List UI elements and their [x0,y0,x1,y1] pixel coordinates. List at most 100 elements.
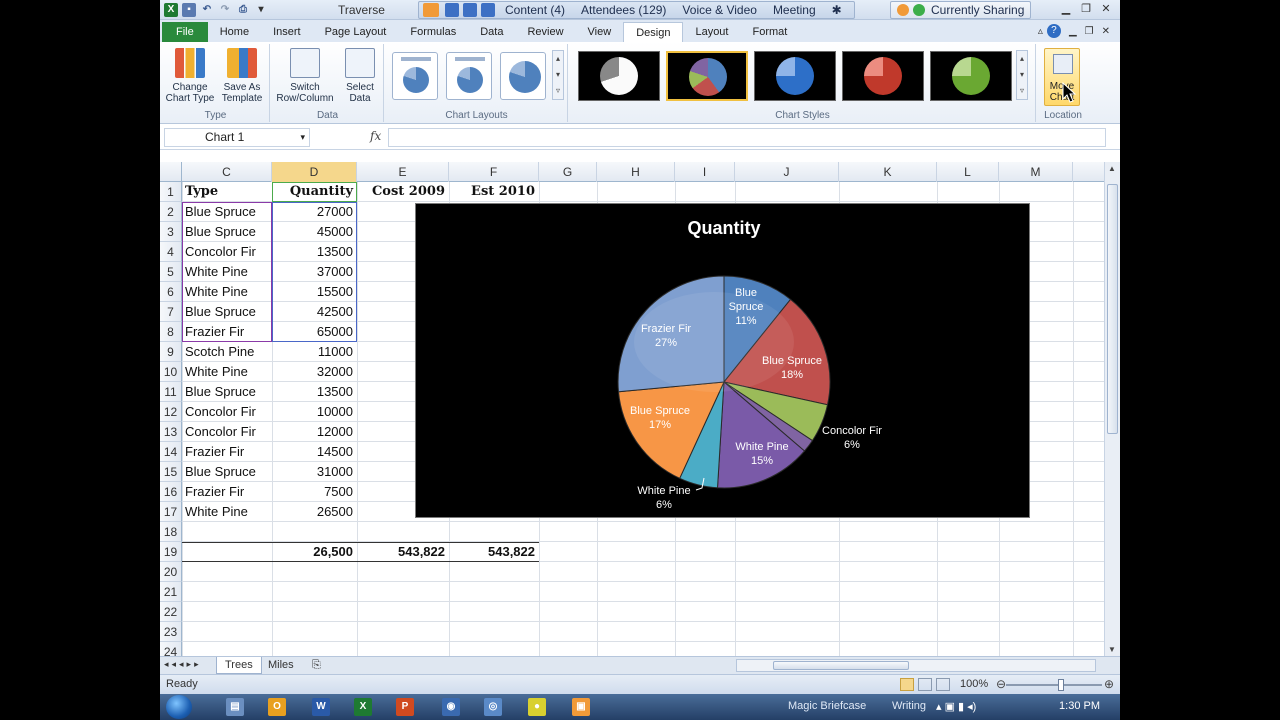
values-range-highlight[interactable] [272,202,357,342]
data-label-name[interactable]: Blue [735,287,757,299]
total-est-2010[interactable]: 543,822 [449,542,539,562]
row-header[interactable]: 10 [160,362,182,382]
page-break-view-icon[interactable] [936,678,950,691]
select-all-corner[interactable] [160,162,182,182]
row-header[interactable]: 5 [160,262,182,282]
print-preview-icon[interactable]: ⎙ [236,3,250,17]
scroll-up-icon[interactable]: ▲ [1108,164,1116,173]
cell-quantity[interactable]: 12000 [272,422,357,442]
tab-data[interactable]: Data [468,22,515,42]
header-cell-cost-2009[interactable]: Cost 2009 [357,182,449,202]
row-header[interactable]: 24 [160,642,182,656]
tab-review[interactable]: Review [515,22,575,42]
chart-layout-1[interactable] [392,52,438,100]
share-settings-icon[interactable]: ✱ [832,3,842,17]
column-header-e[interactable]: E [357,162,449,182]
chart-layout-2[interactable] [446,52,492,100]
row-header[interactable]: 23 [160,622,182,642]
data-label-percent[interactable]: 27% [655,337,677,349]
tab-formulas[interactable]: Formulas [398,22,468,42]
row-header[interactable]: 12 [160,402,182,422]
switch-row-column-button[interactable]: Switch Row/Column [274,48,336,104]
chart-layout-3[interactable] [500,52,546,100]
doc-restore-icon[interactable]: ❐ [1085,26,1094,37]
app2-taskbar-icon[interactable]: ◎ [484,698,502,716]
restore-icon[interactable]: ❐ [1076,2,1096,17]
cell-quantity[interactable]: 32000 [272,362,357,382]
cell-quantity[interactable]: 13500 [272,382,357,402]
word-taskbar-icon[interactable]: W [312,698,330,716]
row-header[interactable]: 18 [160,522,182,542]
row-header[interactable]: 14 [160,442,182,462]
column-header-d[interactable]: D [272,162,357,182]
row-header[interactable]: 7 [160,302,182,322]
meeting-app-icon[interactable] [423,3,439,17]
meeting-taskbar-icon[interactable]: ▣ [572,698,590,716]
chrome-taskbar-icon[interactable]: ● [528,698,546,716]
chart-title[interactable]: Quantity [687,218,760,238]
save-as-template-button[interactable]: Save As Template [216,48,268,104]
chart-style-4[interactable] [842,51,924,101]
tab-design[interactable]: Design [623,22,684,42]
cell-type[interactable]: Frazier Fir [182,442,272,462]
help-icon[interactable]: ? [1046,24,1061,38]
system-clock[interactable]: 1:30 PM [1059,700,1100,712]
currently-sharing-indicator[interactable]: Currently Sharing [890,1,1032,19]
row-header[interactable]: 21 [160,582,182,602]
sheet-nav-icons[interactable]: ◂◂◂▸▸ [164,659,202,670]
column-header-h[interactable]: H [597,162,675,182]
row-header[interactable]: 22 [160,602,182,622]
chart-style-1[interactable] [578,51,660,101]
change-chart-type-button[interactable]: Change Chart Type [164,48,216,104]
insert-function-button[interactable]: fx [370,129,381,143]
cell-type[interactable]: White Pine [182,502,272,522]
writing-toolbar[interactable]: Writing [892,700,926,712]
share-content[interactable]: Content (4) [505,3,565,17]
column-header-j[interactable]: J [735,162,839,182]
cell-type[interactable]: Frazier Fir [182,482,272,502]
row-header[interactable]: 13 [160,422,182,442]
cell-type[interactable]: Blue Spruce [182,382,272,402]
row-header[interactable]: 3 [160,222,182,242]
cell-quantity[interactable]: 11000 [272,342,357,362]
scroll-down-icon[interactable]: ▼ [1108,645,1116,654]
column-header-k[interactable]: K [839,162,937,182]
row-header[interactable]: 16 [160,482,182,502]
column-header-i[interactable]: I [675,162,735,182]
tab-page-layout[interactable]: Page Layout [313,22,399,42]
column-header-f[interactable]: F [449,162,539,182]
powerpoint-taskbar-icon[interactable]: P [396,698,414,716]
row-header[interactable]: 20 [160,562,182,582]
total-cost-2009[interactable]: 543,822 [357,542,449,562]
header-cell-est-2010[interactable]: Est 2010 [449,182,539,202]
data-label-percent[interactable]: 6% [656,499,672,511]
share-attendees[interactable]: Attendees (129) [581,3,666,17]
series-name-highlight[interactable] [272,182,357,202]
pie-chart[interactable]: Quantity Blue Spruce 11% Blue Spruce 18% Conco… [415,203,1030,518]
column-header-c[interactable]: C [182,162,272,182]
total-quantity[interactable]: 26,500 [272,542,357,562]
insert-sheet-icon[interactable]: ⎘ [308,657,330,674]
category-range-highlight[interactable] [182,202,272,342]
chart-styles-scroll[interactable]: ▴ ▾ ▿ [1016,50,1028,100]
data-label-name[interactable]: Frazier Fir [641,323,691,335]
zoom-out-icon[interactable]: ⊖ [996,677,1006,691]
sheet-tab-trees[interactable]: Trees [216,657,262,674]
share-meeting[interactable]: Meeting [773,3,816,17]
cell-quantity[interactable]: 10000 [272,402,357,422]
data-label-percent[interactable]: 17% [649,419,671,431]
column-header-g[interactable]: G [539,162,597,182]
tab-format[interactable]: Format [740,22,799,42]
row-header[interactable]: 19 [160,542,182,562]
data-label-name[interactable]: White Pine [735,441,788,453]
zoom-level[interactable]: 100% [960,678,988,690]
tab-file[interactable]: File [162,22,208,42]
row-header[interactable]: 1 [160,182,182,202]
save-icon[interactable]: ▪ [182,2,196,17]
row-header[interactable]: 11 [160,382,182,402]
zoom-slider-knob[interactable] [1058,679,1064,691]
chart-layouts-scroll[interactable]: ▴ ▾ ▿ [552,50,564,100]
cell-type[interactable]: Concolor Fir [182,422,272,442]
vertical-scroll-thumb[interactable] [1107,184,1118,434]
cell-type[interactable]: Concolor Fir [182,402,272,422]
